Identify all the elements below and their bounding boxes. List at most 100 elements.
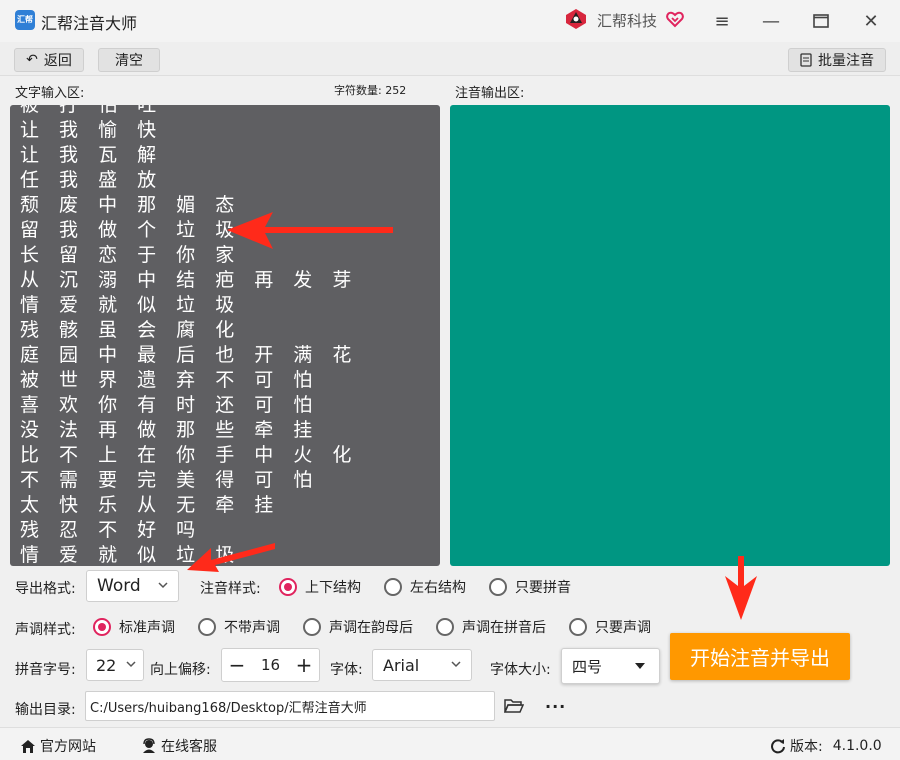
close-icon[interactable]: ✕: [858, 8, 884, 34]
toolbar: ↶ 返回 清空 批量注音: [0, 42, 900, 76]
folder-icon[interactable]: [504, 698, 524, 714]
radio-label: 声调在拼音后: [462, 620, 546, 636]
radio-label: 上下结构: [305, 580, 361, 596]
version-info: 版本: 4.1.0.0: [770, 736, 882, 756]
radio-label: 不带声调: [224, 620, 280, 636]
pinyin-output-area[interactable]: [450, 105, 890, 566]
radio-label: 只要拼音: [515, 580, 571, 596]
home-icon: [21, 739, 35, 753]
increment-button[interactable]: +: [289, 649, 319, 681]
text-line: 庭 园 中 最 后 也 开 满 花: [20, 344, 359, 366]
text-input-content: 被 打 怕 吐让 我 愉 快让 我 瓦 解任 我 盛 放颓 废 中 那 媚 态留…: [20, 105, 358, 566]
refresh-icon: [771, 739, 785, 754]
font-label: 字体:: [330, 662, 363, 678]
pinyin-size-select[interactable]: 22: [86, 649, 144, 681]
pinyin-style-label: 注音样式:: [200, 581, 261, 597]
online-service-label: 在线客服: [161, 739, 217, 755]
radio-unchecked-icon: [569, 618, 587, 636]
title-bar: 汇帮 汇帮注音大师 汇帮科技 ≡ — ✕: [0, 0, 900, 42]
more-options-icon[interactable]: ···: [545, 697, 566, 716]
char-count: 字符数量: 252: [334, 84, 407, 97]
font-size-select[interactable]: 四号: [561, 648, 660, 684]
pinyin-size-label: 拼音字号:: [15, 662, 76, 678]
output-dir-input[interactable]: C:/Users/huibang168/Desktop/汇帮注音大师: [85, 691, 495, 721]
chevron-down-icon: [451, 661, 461, 668]
radio-unchecked-icon: [436, 618, 454, 636]
annotation-arrow-icon: [725, 556, 757, 620]
maximize-icon[interactable]: [808, 8, 834, 34]
offset-value: 16: [260, 656, 281, 674]
annotation-arrow-icon: [187, 543, 275, 572]
text-line: 喜 欢 你 有 时 还 可 怕: [20, 394, 320, 416]
export-format-select[interactable]: Word: [86, 570, 179, 602]
text-line: 没 法 再 做 那 些 牵 挂: [20, 419, 320, 441]
text-line: 比 不 上 在 你 手 中 火 化: [20, 444, 359, 466]
minimize-icon[interactable]: —: [758, 8, 784, 34]
output-area-label: 注音输出区:: [455, 86, 525, 101]
caret-down-icon: [635, 663, 645, 669]
menu-icon[interactable]: ≡: [709, 8, 735, 34]
font-select[interactable]: Arial: [372, 649, 472, 681]
text-input-area[interactable]: 被 打 怕 吐让 我 愉 快让 我 瓦 解任 我 盛 放颓 废 中 那 媚 态留…: [10, 105, 440, 566]
chevron-down-icon: [158, 582, 168, 589]
radio-tone-after-pinyin[interactable]: 声调在拼音后: [436, 617, 546, 637]
text-line: 任 我 盛 放: [20, 169, 164, 191]
decrement-button[interactable]: −: [222, 649, 252, 681]
start-export-button[interactable]: 开始注音并导出: [670, 633, 850, 680]
text-line: 被 打 怕 吐: [20, 105, 164, 116]
version-label: 版本:: [790, 739, 823, 755]
offset-stepper[interactable]: − 16 +: [221, 648, 320, 682]
font-value: Arial: [383, 655, 420, 675]
customer-service-icon: [143, 738, 155, 753]
text-line: 让 我 瓦 解: [20, 144, 164, 166]
back-button-label: 返回: [43, 53, 72, 69]
text-line: 太 快 乐 从 无 牵 挂: [20, 494, 281, 516]
radio-tone-only[interactable]: 只要声调: [569, 617, 651, 637]
font-size-label: 字体大小:: [490, 662, 551, 678]
batch-pinyin-button[interactable]: 批量注音: [788, 48, 886, 72]
batch-pinyin-label: 批量注音: [818, 53, 874, 69]
status-bar: 官方网站 在线客服 版本: 4.1.0.0: [0, 727, 900, 760]
output-dir-value: C:/Users/huibang168/Desktop/汇帮注音大师: [90, 700, 367, 716]
offset-label: 向上偏移:: [150, 662, 211, 678]
radio-pinyin-style-horizontal[interactable]: 左右结构: [384, 577, 466, 597]
app-title: 汇帮注音大师: [41, 14, 138, 33]
online-service-link[interactable]: 在线客服: [141, 736, 217, 756]
brand-logo-icon: [566, 9, 586, 29]
radio-pinyin-style-vertical[interactable]: 上下结构: [279, 577, 361, 597]
text-line: 不 需 要 完 美 得 可 怕: [20, 469, 320, 491]
app-logo-icon: 汇帮: [15, 10, 35, 30]
version-value: 4.1.0.0: [832, 738, 882, 754]
radio-unchecked-icon: [198, 618, 216, 636]
radio-tone-none[interactable]: 不带声调: [198, 617, 280, 637]
radio-unchecked-icon: [303, 618, 321, 636]
radio-pinyin-only[interactable]: 只要拼音: [489, 577, 571, 597]
brand-name: 汇帮科技: [597, 12, 658, 30]
text-line: 残 骸 虽 会 腐 化: [20, 319, 242, 341]
radio-unchecked-icon: [384, 578, 402, 596]
radio-label: 声调在韵母后: [329, 620, 413, 636]
chevron-down-icon: [126, 661, 136, 668]
official-website-link[interactable]: 官方网站: [20, 736, 96, 756]
radio-checked-icon: [93, 618, 111, 636]
font-size-value: 四号: [572, 657, 603, 676]
radio-label: 标准声调: [119, 620, 175, 636]
back-arrow-icon: ↶: [26, 52, 38, 68]
official-website-label: 官方网站: [40, 739, 96, 755]
heart-icon[interactable]: [665, 9, 685, 29]
radio-unchecked-icon: [489, 578, 507, 596]
text-line: 让 我 愉 快: [20, 119, 164, 141]
export-format-value: Word: [97, 576, 141, 596]
radio-checked-icon: [279, 578, 297, 596]
export-format-label: 导出格式:: [15, 581, 76, 597]
radio-tone-after-final[interactable]: 声调在韵母后: [303, 617, 413, 637]
back-button[interactable]: ↶ 返回: [14, 48, 84, 72]
output-dir-label: 输出目录:: [15, 702, 76, 718]
text-line: 从 沉 溺 中 结 疤 再 发 芽: [20, 269, 359, 291]
document-icon: [800, 53, 812, 67]
radio-tone-standard[interactable]: 标准声调: [93, 617, 175, 637]
tone-style-label: 声调样式:: [15, 622, 76, 638]
clear-button[interactable]: 清空: [98, 48, 160, 72]
clear-button-label: 清空: [115, 53, 143, 69]
pinyin-size-value: 22: [96, 655, 117, 675]
